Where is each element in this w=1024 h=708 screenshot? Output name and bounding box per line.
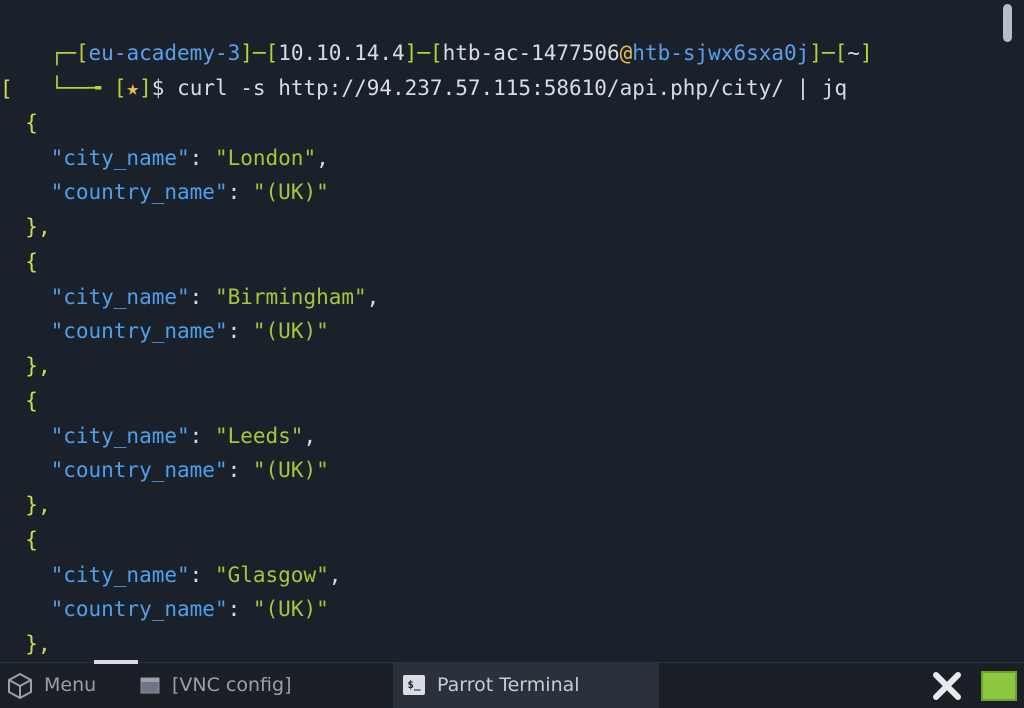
json-line-city: "city_name": "London", bbox=[50, 146, 329, 170]
terminal-label: Parrot Terminal bbox=[437, 674, 580, 696]
json-open-brace: { bbox=[25, 528, 38, 552]
json-line-city: "city_name": "Leeds", bbox=[50, 424, 317, 448]
close-icon[interactable] bbox=[930, 669, 964, 703]
json-line-country: "country_name": "(UK)" bbox=[50, 458, 329, 482]
terminal-window[interactable]: ┌─[eu-academy-3]─[10.10.14.4]─[htb-ac-14… bbox=[0, 0, 1024, 660]
json-open-bracket: [ bbox=[0, 77, 13, 101]
command-text: curl -s http://94.237.57.115:58610/api.p… bbox=[177, 76, 848, 100]
prompt-line-1: ┌─[eu-academy-3]─[10.10.14.4]─[htb-ac-14… bbox=[50, 41, 873, 65]
json-close-brace: }, bbox=[25, 354, 51, 378]
json-close-brace: }, bbox=[25, 632, 51, 656]
json-line-country: "country_name": "(UK)" bbox=[50, 597, 329, 621]
json-line-city: "city_name": "Glasgow", bbox=[50, 563, 342, 587]
vnc-label: [VNC config] bbox=[172, 674, 292, 696]
scrollbar-thumb[interactable] bbox=[1003, 4, 1012, 42]
taskbar-item-parrot-terminal[interactable]: $_ Parrot Terminal bbox=[393, 663, 659, 708]
prompt-line-2: └──╼ [★]$ curl -s http://94.237.57.115:5… bbox=[50, 76, 848, 100]
workspace-indicator bbox=[94, 660, 138, 664]
json-line-city: "city_name": "Birmingham", bbox=[50, 285, 380, 309]
json-close-brace: }, bbox=[25, 493, 51, 517]
json-open-brace: { bbox=[25, 389, 38, 413]
taskbar: Menu [VNC config] $_ Parrot Terminal bbox=[0, 660, 1024, 708]
json-open-brace: { bbox=[25, 250, 38, 274]
menu-label: Menu bbox=[44, 674, 97, 696]
json-line-country: "country_name": "(UK)" bbox=[50, 180, 329, 204]
json-line-country: "country_name": "(UK)" bbox=[50, 319, 329, 343]
window-icon bbox=[140, 677, 160, 694]
prompt-cwd: ~ bbox=[847, 41, 860, 65]
terminal-icon: $_ bbox=[403, 675, 425, 695]
star-icon: ★ bbox=[126, 76, 140, 100]
scrollbar[interactable] bbox=[1003, 0, 1020, 660]
show-desktop-button[interactable] bbox=[981, 671, 1017, 701]
json-open-brace: { bbox=[25, 111, 38, 135]
json-close-brace: }, bbox=[25, 215, 51, 239]
cube-icon bbox=[8, 672, 32, 700]
